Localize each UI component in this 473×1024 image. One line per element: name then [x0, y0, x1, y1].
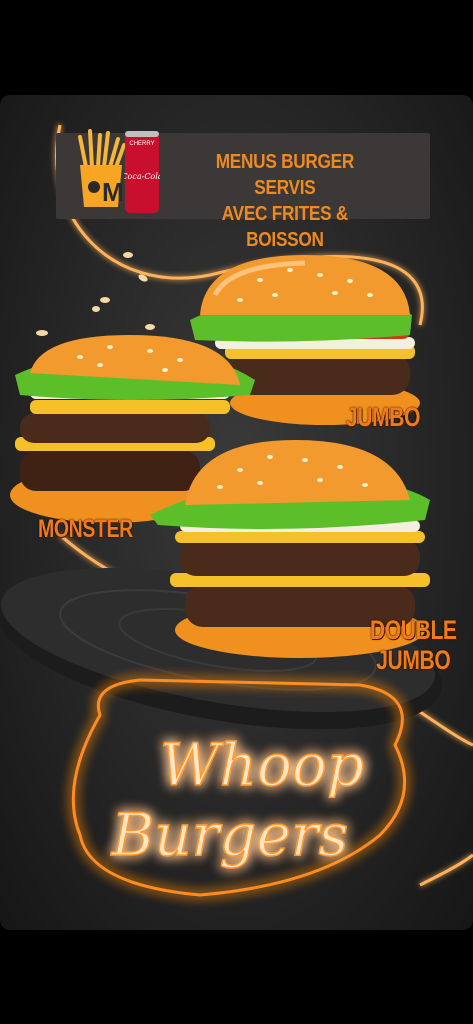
logo-line-2: Burgers: [111, 801, 349, 869]
whoop-burgers-neon-logo: Whoop Burgers: [71, 678, 407, 897]
menu-poster: M CHERRY Coca-Cola MENUS BURGER SERVIS A…: [0, 95, 473, 930]
logo-line-1: Whoop: [160, 731, 364, 799]
